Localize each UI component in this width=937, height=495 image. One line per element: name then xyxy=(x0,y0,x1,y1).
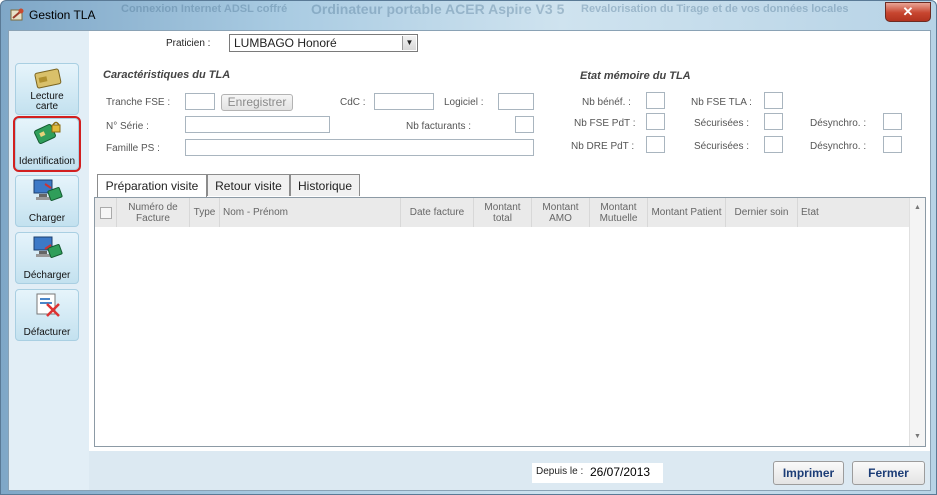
window-title: Gestion TLA xyxy=(29,8,96,22)
depuis-label: Depuis le : xyxy=(536,466,584,477)
column-header-montant-mutuelle[interactable]: Montant Mutuelle xyxy=(590,198,648,227)
app-icon xyxy=(10,8,24,21)
scroll-down-icon[interactable]: ▼ xyxy=(914,433,921,440)
gestion-tla-window: Connexion Internet ADSL coffré Ordinateu… xyxy=(0,0,937,495)
tab-historique[interactable]: Historique xyxy=(290,174,360,196)
sidebar-item-defacturer[interactable]: Défacturer xyxy=(15,289,79,341)
securisees-field-1[interactable] xyxy=(764,113,783,130)
depuis-field-wrapper: Depuis le : 26/07/2013 xyxy=(532,463,663,483)
desynchro-label-1: Désynchro. : xyxy=(810,118,867,129)
securisees-label-2: Sécurisées : xyxy=(694,141,750,152)
column-header-type[interactable]: Type xyxy=(190,198,220,227)
cdc-field[interactable] xyxy=(374,93,434,110)
sidebar-item-decharger[interactable]: Décharger xyxy=(15,232,79,284)
nb-fse-tla-label: Nb FSE TLA : xyxy=(691,97,752,108)
serie-label: N° Série : xyxy=(106,121,149,132)
cdc-label: CdC : xyxy=(340,97,366,108)
sidebar-item-identification[interactable]: Identification xyxy=(13,116,81,172)
sidebar-item-label: Décharger xyxy=(16,271,78,281)
column-header-nom-prenom[interactable]: Nom - Prénom xyxy=(220,198,401,227)
scroll-up-icon[interactable]: ▲ xyxy=(914,204,921,211)
nb-facturants-field[interactable] xyxy=(515,116,534,133)
sidebar-label-line2: carte xyxy=(35,101,59,112)
famille-ps-label: Famille PS : xyxy=(106,143,160,154)
logiciel-label: Logiciel : xyxy=(444,97,484,108)
praticien-select[interactable]: LUMBAGO Honoré ▼ xyxy=(229,34,418,52)
main-panel: Praticien : LUMBAGO Honoré ▼ Caractérist… xyxy=(89,31,930,490)
sidebar-item-charger[interactable]: Charger xyxy=(15,175,79,227)
sidebar-item-label: Défacturer xyxy=(16,328,78,338)
sidebar-label-line1: Décharger xyxy=(23,270,71,281)
column-header-montant-amo[interactable]: Montant AMO xyxy=(532,198,590,227)
table-vertical-scrollbar[interactable]: ▲ ▼ xyxy=(909,198,925,446)
identification-icon xyxy=(34,121,61,144)
column-header-dernier-soin[interactable]: Dernier soin xyxy=(726,198,798,227)
nb-facturants-label: Nb facturants : xyxy=(406,121,472,132)
depuis-date-field[interactable]: 26/07/2013 xyxy=(590,465,650,479)
sidebar: Lecture carte Identification Charger Déc… xyxy=(9,31,89,490)
tab-retour-visite[interactable]: Retour visite xyxy=(207,174,290,196)
enregistrer-button[interactable]: Enregistrer xyxy=(221,94,293,111)
defacturer-icon xyxy=(36,293,60,317)
desynchro-field-2[interactable] xyxy=(883,136,902,153)
logiciel-field[interactable] xyxy=(498,93,534,110)
client-area: Lecture carte Identification Charger Déc… xyxy=(8,30,931,491)
caracteristiques-title: Caractéristiques du TLA xyxy=(103,69,231,81)
title-bar[interactable]: Connexion Internet ADSL coffré Ordinateu… xyxy=(1,1,936,29)
chevron-down-icon[interactable]: ▼ xyxy=(402,36,416,50)
famille-ps-field[interactable] xyxy=(185,139,534,156)
nb-dre-pdt-field[interactable] xyxy=(646,136,665,153)
column-header-etat[interactable]: Etat xyxy=(798,198,911,227)
tab-preparation-visite[interactable]: Préparation visite xyxy=(97,174,207,197)
nb-benef-field[interactable] xyxy=(646,92,665,109)
sidebar-item-label: Lecture carte xyxy=(16,92,78,112)
background-text-3: Revalorisation du Tirage et de vos donné… xyxy=(581,3,849,15)
select-all-checkbox[interactable] xyxy=(99,206,112,219)
praticien-value: LUMBAGO Honoré xyxy=(234,36,337,50)
footer-bar: Depuis le : 26/07/2013 Imprimer Fermer xyxy=(89,451,930,490)
tranche-fse-label: Tranche FSE : xyxy=(106,97,171,108)
sidebar-item-label: Identification xyxy=(16,157,78,167)
nb-fse-pdt-label: Nb FSE PdT : xyxy=(574,118,636,129)
sidebar-item-label: Charger xyxy=(16,214,78,224)
column-header-numero-facture[interactable]: Numéro de Facture xyxy=(117,198,190,227)
nb-fse-pdt-field[interactable] xyxy=(646,113,665,130)
charger-icon xyxy=(33,179,63,201)
tranche-fse-field[interactable] xyxy=(185,93,215,110)
sidebar-label-line1: Identification xyxy=(18,156,76,167)
sidebar-label-line1: Défacturer xyxy=(23,327,71,338)
decharger-icon xyxy=(33,236,63,258)
securisees-label-1: Sécurisées : xyxy=(694,118,750,129)
background-text-2: Ordinateur portable ACER Aspire V3 5 xyxy=(311,1,565,17)
desynchro-field-1[interactable] xyxy=(883,113,902,130)
background-text-1: Connexion Internet ADSL coffré xyxy=(121,3,288,15)
serie-field[interactable] xyxy=(185,116,330,133)
securisees-field-2[interactable] xyxy=(764,136,783,153)
nb-dre-pdt-label: Nb DRE PdT : xyxy=(571,141,635,152)
praticien-label: Praticien : xyxy=(166,38,211,49)
etat-memoire-title: Etat mémoire du TLA xyxy=(580,70,691,82)
desynchro-label-2: Désynchro. : xyxy=(810,141,867,152)
factures-table[interactable]: Numéro de Facture Type Nom - Prénom Date… xyxy=(94,197,926,447)
sidebar-item-lecture-carte[interactable]: Lecture carte xyxy=(15,63,79,115)
fermer-button[interactable]: Fermer xyxy=(852,461,925,485)
close-button[interactable]: ✕ xyxy=(885,2,931,22)
nb-benef-label: Nb bénéf. : xyxy=(582,97,631,108)
card-reader-icon xyxy=(34,68,62,89)
column-header-montant-patient[interactable]: Montant Patient xyxy=(648,198,726,227)
column-header-montant-total[interactable]: Montant total xyxy=(474,198,532,227)
sidebar-label-line1: Charger xyxy=(28,213,66,224)
select-all-header xyxy=(95,198,117,227)
nb-fse-tla-field[interactable] xyxy=(764,92,783,109)
imprimer-button[interactable]: Imprimer xyxy=(773,461,844,485)
column-header-date-facture[interactable]: Date facture xyxy=(401,198,474,227)
